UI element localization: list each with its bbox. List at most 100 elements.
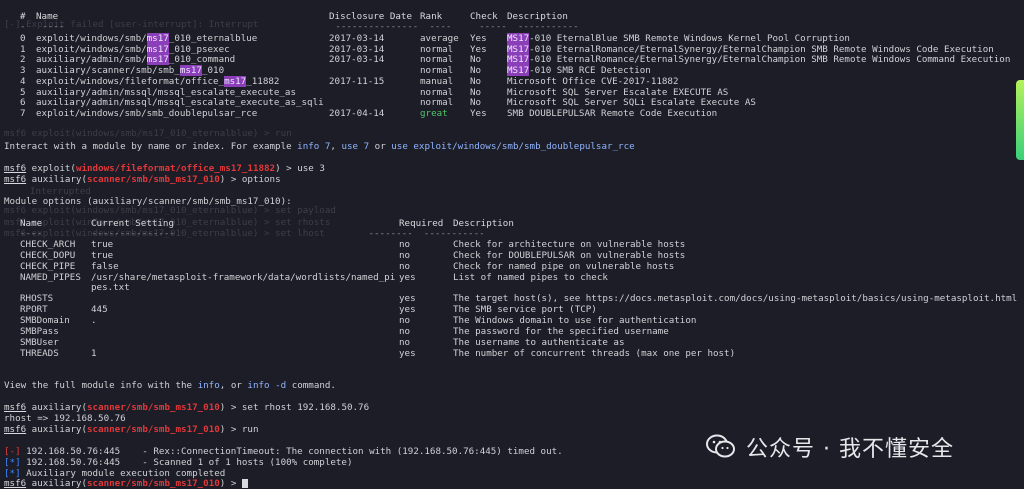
- prompt-line: msf6 auxiliary(scanner/smb/smb_ms17_010)…: [4, 424, 259, 435]
- name-part: auxiliary/admin/mssql/mssql_escalate_exe…: [36, 86, 296, 98]
- row-description: MS17-010 EternalRomance/EternalSynergy/E…: [507, 54, 1011, 66]
- option-name: CHECK_DOPU: [20, 249, 76, 261]
- option-description: The target host(s), see https://docs.met…: [453, 293, 1018, 305]
- option-description: The Windows domain to use for authentica…: [453, 314, 697, 326]
- option-name: RHOSTS: [20, 293, 54, 305]
- row-date: 2017-04-14: [329, 107, 385, 119]
- option-description: Check for DOUBLEPULSAR on vulnerable hos…: [453, 249, 686, 261]
- name-part: _11882: [246, 75, 280, 87]
- row-rank: manual: [420, 75, 454, 87]
- row-description: MS17-010 SMB RCE Detection: [507, 65, 651, 77]
- prompt-line: msf6 auxiliary(scanner/smb/smb_ms17_010)…: [4, 174, 281, 185]
- search-match: MS17: [507, 65, 530, 77]
- row-index: 4: [20, 75, 26, 87]
- option-description: List of named pipes to check: [453, 271, 608, 283]
- row-name: exploit/windows/fileformat/office_ms17_1…: [36, 75, 280, 87]
- row-name: exploit/windows/smb/ms17_010_psexec: [36, 43, 230, 55]
- row-description: Microsoft SQL Server SQLi Escalate Execu…: [507, 97, 756, 108]
- name-part: exploit/windows/smb/smb_doublepulsar_rce: [36, 107, 258, 119]
- status-line: [*] 192.168.50.76:445 - Scanned 1 of 1 h…: [4, 457, 353, 468]
- option-name: RPORT: [20, 304, 48, 316]
- option-setting: 445: [91, 304, 108, 316]
- row-description: Microsoft Office CVE-2017-11882: [507, 76, 678, 87]
- name-part: _010_psexec: [168, 43, 230, 55]
- option-required: yes: [399, 293, 416, 305]
- option-required: no: [399, 260, 411, 272]
- error-line: [-] 192.168.50.76:445 - Rex::ConnectionT…: [4, 446, 563, 457]
- row-rank: normal: [420, 97, 454, 109]
- option-name: NAMED_PIPES: [20, 271, 81, 283]
- option-description: The password for the specified username: [453, 325, 669, 337]
- description-part: -010 EternalRomance/EternalSynergy/Etern…: [529, 54, 1011, 66]
- option-setting: pes.txt: [91, 282, 130, 294]
- row-rank: normal: [420, 65, 454, 77]
- description-part: -010 EternalRomance/EternalSynergy/Etern…: [529, 43, 994, 55]
- row-name: auxiliary/admin/mssql/mssql_escalate_exe…: [36, 97, 324, 108]
- row-check: No: [470, 65, 482, 77]
- option-required: yes: [399, 304, 416, 316]
- option-description: The username to authenticate as: [453, 336, 625, 348]
- name-part: _010_command: [168, 54, 236, 66]
- row-check: Yes: [470, 33, 487, 44]
- row-name: auxiliary/admin/mssql/mssql_escalate_exe…: [36, 87, 296, 98]
- side-tab: [1016, 80, 1024, 160]
- watermark: 公众号 · 我不懂安全: [706, 432, 954, 462]
- row-description: SMB DOUBLEPULSAR Remote Code Execution: [507, 108, 717, 119]
- option-setting: true: [91, 249, 114, 261]
- row-rank: normal: [420, 43, 454, 55]
- option-required: no: [399, 249, 411, 261]
- option-name: CHECK_ARCH: [20, 239, 76, 250]
- terminal-window[interactable]: [-] Exploit failed [user-interrupt]: Int…: [0, 0, 1024, 489]
- row-description: Microsoft SQL Server Escalate EXECUTE AS: [507, 87, 728, 98]
- option-name: SMBPass: [20, 325, 59, 337]
- option-name: SMBUser: [20, 336, 59, 348]
- row-check: Yes: [470, 107, 487, 119]
- search-match: ms17: [179, 65, 202, 77]
- option-name: CHECK_PIPE: [20, 260, 76, 272]
- option-required: no: [399, 336, 411, 348]
- row-date: 2017-11-15: [329, 75, 385, 87]
- name-part: _010_eternalblue: [168, 33, 258, 44]
- description-part: Microsoft SQL Server SQLi Escalate Execu…: [507, 97, 756, 109]
- wechat-logo-icon: [706, 434, 736, 460]
- name-part: exploit/windows/smb/: [36, 33, 147, 44]
- description-part: -010 EternalBlue SMB Remote Windows Kern…: [529, 33, 850, 44]
- name-part: _010: [201, 65, 225, 77]
- option-setting: false: [91, 260, 119, 272]
- option-name: THREADS: [20, 347, 59, 359]
- option-name: SMBDomain: [20, 314, 70, 326]
- row-index: 7: [20, 107, 26, 119]
- option-required: no: [399, 239, 411, 250]
- description-part: -010 SMB RCE Detection: [529, 65, 651, 77]
- name-part: exploit/windows/fileformat/office_: [36, 75, 225, 87]
- name-part: auxiliary/admin/smb/: [36, 54, 147, 66]
- watermark-text: 公众号 · 我不懂安全: [746, 437, 954, 462]
- prompt-line: msf6 exploit(windows/fileformat/office_m…: [4, 163, 325, 174]
- row-date: 2017-03-14: [329, 54, 385, 66]
- row-index: 1: [20, 43, 26, 55]
- rhost-echo: rhost => 192.168.50.76: [4, 413, 126, 424]
- description-part: SMB DOUBLEPULSAR Remote Code Execution: [507, 107, 718, 119]
- row-check: No: [470, 97, 482, 109]
- interact-hint: Interact with a module by name or index.…: [4, 141, 635, 152]
- opt-header-underline: ---- --------------- -------- ----------…: [20, 228, 485, 239]
- current-prompt[interactable]: msf6 auxiliary(scanner/smb/smb_ms17_010)…: [4, 478, 248, 489]
- search-match: ms17: [224, 75, 247, 87]
- description-part: Microsoft SQL Server Escalate EXECUTE AS: [507, 86, 729, 98]
- row-rank: average: [420, 33, 459, 44]
- search-match: MS17: [507, 33, 530, 44]
- text-cursor: [241, 479, 248, 488]
- header-underline: - ---- --------------- ---- ----- ------…: [20, 21, 579, 32]
- option-description: Check for architecture on vulnerable hos…: [453, 239, 686, 250]
- option-description: The SMB service port (TCP): [453, 304, 597, 316]
- row-name: auxiliary/admin/smb/ms17_010_command: [36, 54, 236, 66]
- row-date: 2017-03-14: [329, 33, 385, 44]
- option-setting: /usr/share/metasploit-framework/data/wor…: [91, 271, 396, 283]
- row-date: 2017-03-14: [329, 43, 385, 55]
- row-index: 3: [20, 65, 26, 77]
- row-check: No: [470, 86, 482, 98]
- row-check: No: [470, 54, 482, 66]
- row-rank: normal: [420, 86, 454, 98]
- option-required: yes: [399, 271, 416, 283]
- search-match: MS17: [507, 54, 530, 66]
